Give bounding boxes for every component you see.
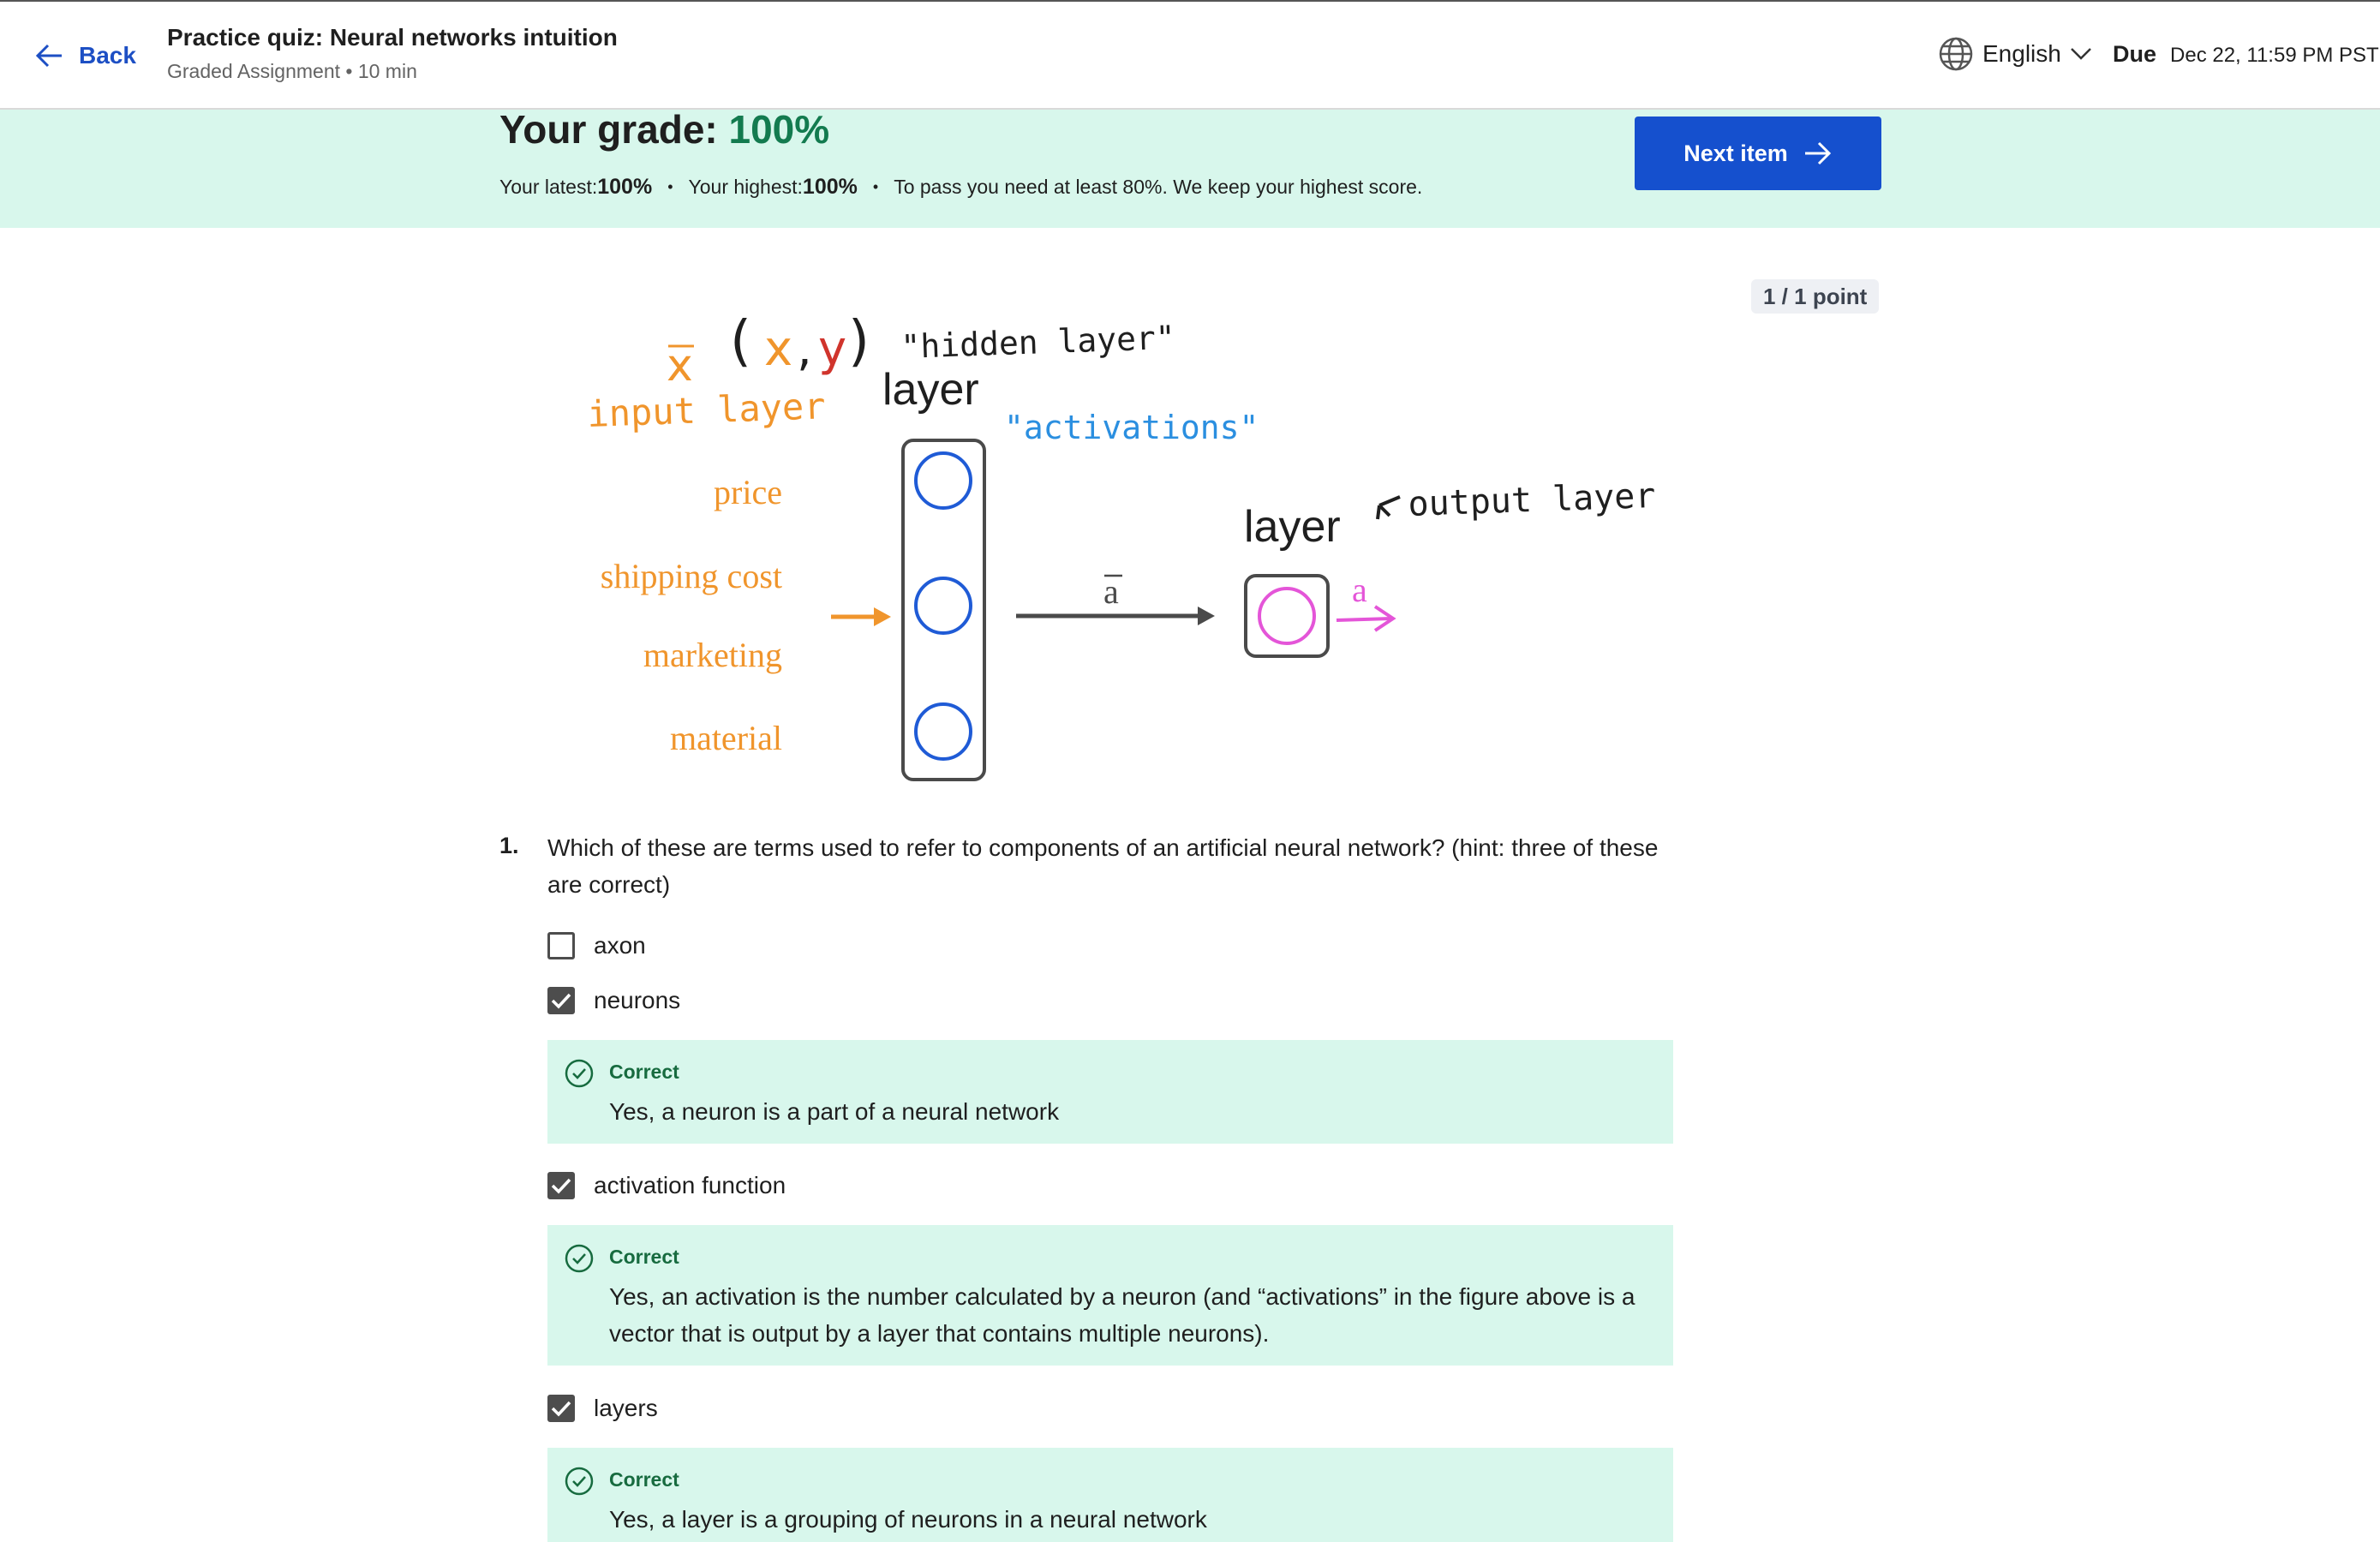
next-item-label: Next item [1683,140,1788,166]
hidden-neuron-1 [914,451,972,510]
separator-dot: • [872,178,879,195]
grade-title-prefix: Your grade: [499,107,729,152]
page-subtitle: Graded Assignment • 10 min [167,60,417,82]
checkbox-checked[interactable] [547,987,575,1014]
chevron-down-icon [2070,48,2091,60]
grade-title: Your grade: 100% [499,106,829,152]
latest-label: Your latest: [499,176,598,198]
check-circle-icon [565,1467,594,1496]
x-label: x [764,321,792,377]
back-link[interactable]: Back [34,34,136,77]
output-layer-word: layer [1244,502,1341,552]
hidden-layer-label: "hidden layer" [900,319,1176,366]
checkmark-icon [551,993,571,1009]
checkbox[interactable] [547,932,575,959]
due-date: Due Dec 22, 11:59 PM PST [2113,41,2379,68]
output-layer-pointer [1376,495,1401,520]
paren-close: ) [848,310,870,374]
y-label: y [818,321,846,377]
arrow-right-icon [1804,141,1831,165]
feedback-correct: Correct Yes, a layer is a grouping of ne… [547,1448,1673,1542]
paren-open: ( [730,310,751,374]
question-number: 1. [499,833,519,858]
highest-label: Your highest: [688,176,803,198]
check-circle-icon [565,1244,594,1273]
feedback-text: Yes, a neuron is a part of a neural netw… [609,1098,1060,1125]
output-arrow [1336,605,1396,632]
grade-banner [0,110,2380,228]
question-text: Which of these are terms used to refer t… [547,834,1659,898]
feedback-label: Correct [609,1468,679,1491]
hidden-neuron-2 [914,577,972,635]
arrow-left-icon [35,44,62,68]
points-badge: 1 / 1 point [1751,279,1880,314]
option-label: neurons [594,987,681,1013]
input-feature-shipping-cost: shipping cost [601,557,782,595]
grade-summary: Your latest: 100% • Your highest: 100% •… [499,175,1422,200]
input-layer-label: input layer [587,385,827,435]
back-label: Back [79,42,136,69]
checkmark-icon [551,1178,571,1194]
next-item-button[interactable]: Next item [1635,117,1881,190]
output-a-label: a [1352,571,1367,609]
option-activation-function[interactable]: activation function [547,1172,786,1199]
globe-icon [1939,37,1973,71]
separator-dot: • [667,178,673,195]
feedback-text: Yes, a layer is a grouping of neurons in… [609,1506,1207,1533]
hidden-layer-word: layer [882,365,979,415]
input-feature-marketing: marketing [643,636,782,674]
option-label: axon [594,932,646,959]
a-vector-label: a [1103,572,1119,611]
checkbox-checked[interactable] [547,1172,575,1199]
feedback-label: Correct [609,1061,679,1083]
option-label: layers [594,1395,658,1421]
feedback-correct: Correct Yes, an activation is the number… [547,1225,1673,1366]
check-circle-icon [565,1059,594,1088]
option-neurons[interactable]: neurons [547,987,680,1014]
output-layer-label: output layer [1408,476,1656,524]
neural-network-figure: x ( x , y ) "hidden layer" layer input l… [587,310,1656,781]
checkbox-checked[interactable] [547,1395,575,1422]
output-neuron [1258,587,1316,645]
x-vector-label: x [667,340,693,391]
due-label: Due [2113,41,2157,67]
activations-label: "activations" [1004,409,1259,446]
feedback-text: Yes, an activation is the number calcula… [609,1283,1636,1347]
input-arrow [831,607,891,626]
feedback-correct: Correct Yes, a neuron is a part of a neu… [547,1040,1673,1144]
option-axon[interactable]: axon [547,932,646,959]
latest-value: 100% [597,175,653,199]
option-layers[interactable]: layers [547,1395,658,1422]
option-label: activation function [594,1172,786,1198]
input-feature-price: price [714,473,782,511]
grade-percent: 100% [728,107,830,152]
due-value: Dec 22, 11:59 PM PST [2170,44,2379,67]
pass-note: To pass you need at least 80%. We keep y… [894,176,1423,198]
language-label: English [1982,40,2061,67]
comma: , [797,321,812,377]
input-feature-material: material [670,719,782,757]
feedback-label: Correct [609,1246,679,1268]
highest-value: 100% [802,175,858,199]
page-title: Practice quiz: Neural networks intuition [167,24,618,51]
checkmark-icon [551,1401,571,1417]
language-selector[interactable]: English [1938,36,2092,72]
hidden-neuron-3 [914,702,972,761]
